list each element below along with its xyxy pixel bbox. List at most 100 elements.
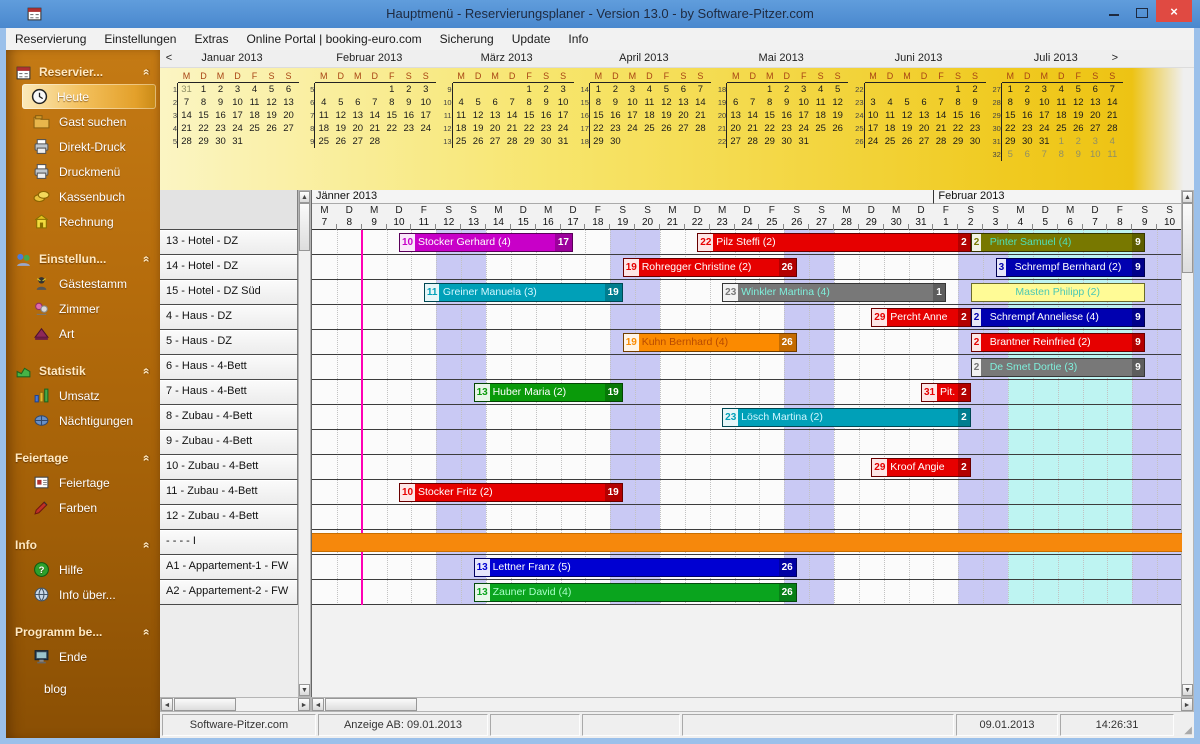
mini-cal-day[interactable]: 30 <box>1019 135 1036 148</box>
mini-cal-day[interactable]: 8 <box>383 96 400 109</box>
mini-cal-day[interactable]: 5 <box>263 83 280 96</box>
mini-cal-day[interactable]: 10 <box>865 109 882 122</box>
mini-cal-day[interactable]: 25 <box>641 122 658 135</box>
menu-item-update[interactable]: Update <box>503 28 560 50</box>
mini-cal-day[interactable]: 6 <box>349 96 366 109</box>
mini-cal-day[interactable]: 26 <box>263 122 280 135</box>
mini-cal-next-arrow[interactable]: > <box>1109 51 1121 66</box>
room-row-label[interactable]: A1 - Appartement-1 - FW <box>160 555 298 580</box>
scroll-down-icon[interactable]: ▼ <box>299 684 310 696</box>
mini-cal-day[interactable]: 21 <box>504 122 521 135</box>
room-row-label[interactable]: 5 - Haus - DZ <box>160 330 298 355</box>
mini-cal-day[interactable]: 6 <box>487 96 504 109</box>
reservation-bar[interactable]: 29Kroof Angie2 <box>871 458 970 477</box>
mini-cal-day[interactable]: 1 <box>383 83 400 96</box>
mini-cal-day[interactable]: 31 <box>555 135 572 148</box>
mini-cal-day[interactable]: 4 <box>641 83 658 96</box>
mini-cal-day[interactable]: 18 <box>453 122 470 135</box>
mini-cal-day[interactable]: 28 <box>1104 122 1121 135</box>
reservation-bar[interactable]: 11Greiner Manuela (3)19 <box>424 283 623 302</box>
mini-cal-day[interactable]: 5 <box>1070 83 1087 96</box>
mini-cal-day[interactable]: 6 <box>916 96 933 109</box>
resize-grip-icon[interactable]: ◢ <box>1176 714 1192 736</box>
scroll-right-icon[interactable]: ► <box>298 698 310 711</box>
day-number-header[interactable]: 13 <box>461 217 486 230</box>
mini-cal-day[interactable]: 4 <box>812 83 829 96</box>
scroll-down-icon[interactable]: ▼ <box>1182 684 1193 696</box>
chevron-up-icon[interactable]: » <box>139 256 153 263</box>
mini-cal-day[interactable]: 6 <box>727 96 744 109</box>
scroll-thumb[interactable] <box>1182 203 1193 273</box>
mini-cal-day[interactable]: 1 <box>1053 135 1070 148</box>
mini-cal-day[interactable]: 21 <box>178 122 195 135</box>
mini-cal-day[interactable]: 7 <box>504 96 521 109</box>
reservation-bar[interactable]: 3Schrempf Bernhard (2)9 <box>996 258 1145 277</box>
mini-cal-day[interactable]: 1 <box>590 83 607 96</box>
mini-cal-day[interactable]: 10 <box>624 96 641 109</box>
mini-cal-day[interactable]: 11 <box>641 96 658 109</box>
mini-cal-day[interactable]: 19 <box>332 122 349 135</box>
mini-cal-day[interactable]: 14 <box>178 109 195 122</box>
mini-cal-day[interactable]: 17 <box>865 122 882 135</box>
mini-cal-day[interactable]: 28 <box>366 135 383 148</box>
mini-cal-day[interactable]: 20 <box>916 122 933 135</box>
mini-cal-day[interactable]: 11 <box>1104 148 1121 161</box>
mini-cal-day[interactable]: 25 <box>882 135 899 148</box>
scroll-right-icon[interactable]: ► <box>1181 698 1193 711</box>
mini-cal-day[interactable]: 5 <box>899 96 916 109</box>
day-number-header[interactable]: 2 <box>958 217 983 230</box>
scroll-thumb[interactable] <box>325 698 417 711</box>
reservation-bar[interactable]: 13Zauner David (4)26 <box>474 583 797 602</box>
day-number-header[interactable]: 30 <box>884 217 909 230</box>
chevron-up-icon[interactable]: » <box>139 542 153 549</box>
mini-cal-day[interactable]: 11 <box>1053 96 1070 109</box>
mini-cal-day[interactable]: 31 <box>178 83 195 96</box>
mini-cal-day[interactable]: 11 <box>882 109 899 122</box>
mini-cal-day[interactable]: 10 <box>555 96 572 109</box>
mini-cal-day[interactable]: 10 <box>1036 96 1053 109</box>
chevron-up-icon[interactable]: » <box>139 629 153 636</box>
day-number-header[interactable]: 26 <box>784 217 809 230</box>
sidebar-item-druckmen[interactable]: Druckmenü <box>6 159 160 184</box>
mini-cal-day[interactable]: 17 <box>1036 109 1053 122</box>
chart-vertical-scrollbar[interactable]: ▲▼ <box>1181 190 1194 697</box>
mini-cal-day[interactable]: 24 <box>795 122 812 135</box>
mini-cal-day[interactable]: 27 <box>280 122 297 135</box>
day-number-header[interactable]: 24 <box>735 217 760 230</box>
mini-cal-day[interactable]: 9 <box>607 96 624 109</box>
mini-cal-day[interactable]: 15 <box>521 109 538 122</box>
day-number-header[interactable]: 1 <box>933 217 958 230</box>
mini-cal-day[interactable]: 31 <box>1036 135 1053 148</box>
mini-cal-day[interactable]: 5 <box>658 83 675 96</box>
mini-cal-day[interactable]: 25 <box>812 122 829 135</box>
sidebar-item-hilfe[interactable]: ?Hilfe <box>6 557 160 582</box>
chevron-up-icon[interactable]: » <box>139 69 153 76</box>
mini-cal-day[interactable]: 30 <box>607 135 624 148</box>
mini-cal-day[interactable]: 3 <box>417 83 434 96</box>
mini-cal-day[interactable]: 21 <box>1104 109 1121 122</box>
mini-cal-day[interactable]: 20 <box>1087 109 1104 122</box>
reservation-bar[interactable]: 19Rohregger Christine (2)26 <box>623 258 797 277</box>
day-number-header[interactable]: 9 <box>1132 217 1157 230</box>
mini-cal-day[interactable]: 7 <box>178 96 195 109</box>
mini-cal-day[interactable]: 19 <box>263 109 280 122</box>
mini-cal-day[interactable]: 2 <box>967 83 984 96</box>
mini-cal-day[interactable]: 4 <box>882 96 899 109</box>
day-number-header[interactable]: 19 <box>610 217 635 230</box>
room-row-label[interactable]: 9 - Zubau - 4-Bett <box>160 430 298 455</box>
mini-cal-day[interactable]: 3 <box>229 83 246 96</box>
mini-cal-day[interactable]: 26 <box>470 135 487 148</box>
chart-horizontal-scrollbar[interactable]: ◄► <box>311 697 1194 712</box>
sidebar-section-header-feiertage[interactable]: Feiertage» <box>6 446 160 470</box>
mini-cal-day[interactable]: 2 <box>1070 135 1087 148</box>
mini-cal-day[interactable]: 16 <box>607 109 624 122</box>
mini-cal-day[interactable]: 4 <box>453 96 470 109</box>
mini-cal-day[interactable]: 25 <box>1053 122 1070 135</box>
mini-cal-day[interactable]: 1 <box>195 83 212 96</box>
mini-cal-day[interactable]: 19 <box>899 122 916 135</box>
mini-cal-day[interactable]: 12 <box>1070 96 1087 109</box>
room-row-label[interactable]: 4 - Haus - DZ <box>160 305 298 330</box>
mini-cal-day[interactable]: 13 <box>916 109 933 122</box>
mini-cal-day[interactable]: 6 <box>280 83 297 96</box>
mini-cal-day[interactable]: 18 <box>882 122 899 135</box>
